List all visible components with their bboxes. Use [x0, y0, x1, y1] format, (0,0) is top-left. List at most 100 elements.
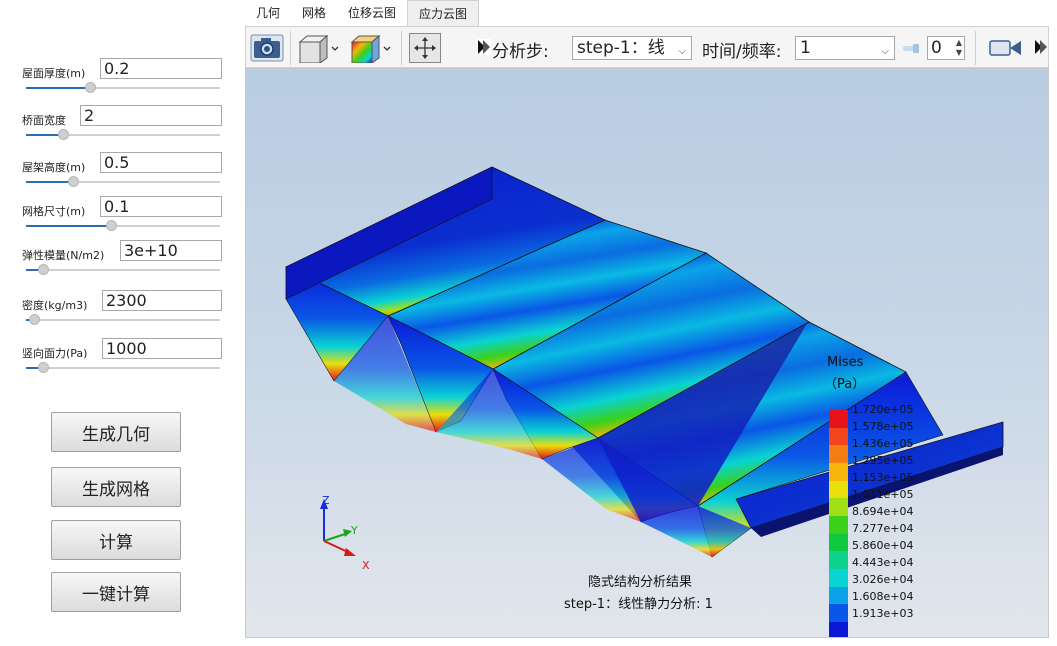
- param-label: 竖向面力(Pa): [22, 347, 88, 360]
- legend-color-swatch: [829, 568, 848, 587]
- param-slider-handle[interactable]: [38, 264, 49, 275]
- result-caption-step: step-1：线性静力分析: 1: [564, 597, 713, 612]
- param-row: 屋面厚度(m) 0.2: [22, 58, 222, 98]
- screenshot-button[interactable]: [250, 32, 284, 63]
- stress-contour-model: [285, 166, 1004, 558]
- param-row: 网格尺寸(m) 0.1: [22, 196, 222, 236]
- axis-z-label: Z: [322, 494, 330, 507]
- legend-unit: （Pa）: [824, 377, 866, 392]
- generate-mesh-button[interactable]: 生成网格: [51, 467, 181, 507]
- analysis-step-label: 分析步:: [492, 42, 549, 62]
- time-frequency-value: 1: [800, 38, 811, 58]
- legend-label: 4.443e+04: [852, 556, 914, 569]
- legend-label: 1.720e+05: [852, 403, 914, 416]
- legend-color-swatch: [829, 498, 848, 516]
- param-slider-handle[interactable]: [68, 176, 79, 187]
- legend-label: 5.860e+04: [852, 539, 914, 552]
- legend-label: 1.436e+05: [852, 437, 914, 450]
- legend-color-swatch: [829, 480, 848, 499]
- chevron-down-icon: ⌵: [678, 46, 686, 57]
- frame-spinbox[interactable]: 0 ▲ ▼: [927, 36, 965, 60]
- cube-view-icon: [298, 34, 339, 63]
- play-icon[interactable]: [1034, 39, 1048, 55]
- param-slider-handle[interactable]: [58, 129, 69, 140]
- 3d-viewport[interactable]: Z Y X Mises （Pa） 1.720e+05 1.578e+05 1.436…: [245, 68, 1049, 638]
- legend-title: Mises: [827, 355, 864, 370]
- legend-color-swatch: [829, 551, 848, 569]
- axis-x-label: X: [362, 559, 370, 572]
- compute-button[interactable]: 计算: [51, 520, 181, 560]
- fit-view-button[interactable]: [409, 32, 441, 63]
- legend-color-bar: [829, 410, 848, 637]
- time-frequency-label: 时间/频率:: [702, 42, 782, 62]
- legend-color-swatch: [829, 586, 848, 605]
- result-caption-title: 隐式结构分析结果: [588, 575, 693, 590]
- step-play-icon[interactable]: [477, 39, 491, 55]
- legend-label: 1.608e+04: [852, 590, 914, 603]
- legend-color-swatch: [829, 427, 848, 446]
- tab-geometry[interactable]: 几何: [245, 0, 291, 26]
- tab-stress-contour[interactable]: 应力云图: [407, 0, 480, 26]
- legend-label: 1.295e+05: [852, 454, 914, 467]
- time-frequency-select[interactable]: 1 ⌵: [795, 36, 895, 60]
- legend-color-swatch: [829, 410, 848, 428]
- param-slider-fill: [26, 181, 73, 183]
- param-input[interactable]: 2300: [102, 290, 222, 311]
- chevron-down-icon: ⌵: [881, 46, 889, 57]
- param-slider-handle[interactable]: [29, 314, 40, 325]
- frame-slider-icon[interactable]: [903, 43, 919, 53]
- camera-icon: [250, 34, 284, 61]
- legend-color-swatch: [829, 462, 848, 481]
- param-row: 竖向面力(Pa) 1000: [22, 338, 222, 378]
- video-record-icon: [989, 39, 1021, 56]
- frame-value: 0: [931, 38, 942, 58]
- param-slider-fill: [26, 87, 90, 89]
- legend-label: 1.578e+05: [852, 420, 914, 433]
- legend-label: 1.913e+03: [852, 607, 914, 620]
- view-orientation-button[interactable]: [298, 32, 340, 63]
- tab-displacement-contour[interactable]: 位移云图: [337, 0, 407, 26]
- param-slider-handle[interactable]: [38, 362, 49, 373]
- one-click-compute-button[interactable]: 一键计算: [51, 572, 181, 612]
- legend-color-swatch: [829, 604, 848, 622]
- parameter-panel: 屋面厚度(m) 0.2 桥面宽度 2 屋架高度(m) 0.5 网格尺寸(m) 0.1 弹性模量(…: [0, 0, 240, 646]
- param-slider-handle[interactable]: [106, 220, 117, 231]
- legend-label: 8.694e+04: [852, 505, 914, 518]
- legend-label: 1.153e+05: [852, 471, 914, 484]
- param-slider-track[interactable]: [26, 269, 220, 271]
- legend-color-swatch: [829, 533, 848, 552]
- color-map-button[interactable]: [350, 32, 392, 63]
- legend-label: 3.026e+04: [852, 573, 914, 586]
- param-label: 密度(kg/m3): [22, 299, 88, 312]
- param-input[interactable]: 0.2: [100, 58, 222, 79]
- fit-view-icon: [409, 32, 441, 63]
- spin-arrows-icon[interactable]: ▲ ▼: [956, 38, 962, 58]
- param-label: 网格尺寸(m): [22, 205, 86, 218]
- legend-color-swatch: [829, 621, 848, 637]
- legend-color-swatch: [829, 445, 848, 463]
- param-row: 密度(kg/m3) 2300: [22, 290, 222, 330]
- param-label: 屋面厚度(m): [22, 67, 86, 80]
- param-row: 弹性模量(N/m2) 3e+10: [22, 240, 222, 280]
- param-input[interactable]: 2: [80, 105, 222, 126]
- param-input[interactable]: 0.5: [100, 152, 222, 173]
- param-slider-track[interactable]: [26, 367, 220, 369]
- record-video-button[interactable]: [989, 32, 1023, 63]
- color-map-icon: [350, 34, 391, 63]
- param-input[interactable]: 0.1: [100, 196, 222, 217]
- analysis-step-value: step-1：线: [577, 38, 665, 58]
- tab-mesh[interactable]: 网格: [291, 0, 337, 26]
- param-input[interactable]: 3e+10: [120, 240, 222, 261]
- generate-geometry-button[interactable]: 生成几何: [51, 412, 181, 452]
- analysis-step-select[interactable]: step-1：线 ⌵: [572, 36, 692, 60]
- param-label: 弹性模量(N/m2): [22, 249, 105, 262]
- param-row: 桥面宽度 2: [22, 105, 222, 145]
- param-slider-track[interactable]: [26, 319, 220, 321]
- param-slider-fill: [26, 225, 111, 227]
- viewer-toolbar: 分析步: step-1：线 ⌵ 时间/频率: 1 ⌵ 0 ▲ ▼: [245, 26, 1049, 68]
- legend-label: 1.011e+05: [852, 488, 914, 501]
- param-label: 屋架高度(m): [22, 161, 86, 174]
- view-tabs: 几何 网格 位移云图 应力云图: [245, 0, 480, 26]
- param-input[interactable]: 1000: [102, 338, 222, 359]
- param-slider-handle[interactable]: [85, 82, 96, 93]
